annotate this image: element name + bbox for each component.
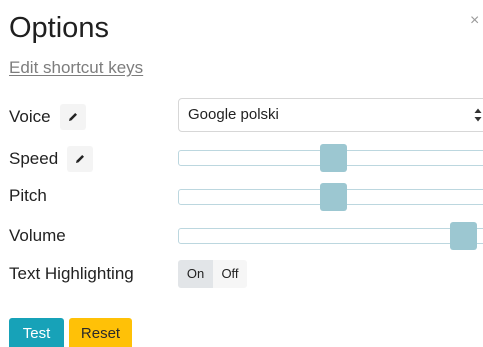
close-icon[interactable]: × — [470, 12, 479, 30]
speed-row: Speed — [9, 146, 94, 172]
page-title: Options — [9, 12, 109, 44]
toggle-off-option[interactable]: Off — [213, 260, 247, 288]
pitch-label: Pitch — [9, 186, 47, 205]
voice-label: Voice — [9, 107, 51, 126]
text-highlighting-toggle: On Off — [178, 260, 247, 288]
pitch-slider-thumb[interactable] — [320, 183, 347, 211]
text-highlighting-label: Text Highlighting — [9, 264, 134, 283]
speed-edit-button[interactable] — [67, 146, 94, 172]
volume-slider-track[interactable] — [178, 228, 483, 244]
volume-slider-thumb[interactable] — [450, 222, 477, 250]
edit-shortcut-keys-link[interactable]: Edit shortcut keys — [9, 58, 143, 78]
test-button[interactable]: Test — [9, 318, 64, 347]
pencil-icon — [68, 113, 77, 121]
voice-select-value: Google polski — [188, 106, 279, 123]
volume-label: Volume — [9, 226, 66, 245]
voice-edit-button[interactable] — [59, 104, 86, 130]
voice-select[interactable]: Google polski — [178, 98, 483, 132]
speed-slider-thumb[interactable] — [320, 144, 347, 172]
options-page: Options × Edit shortcut keys Voice Googl… — [0, 0, 483, 347]
toggle-on-option[interactable]: On — [178, 260, 213, 288]
speed-label: Speed — [9, 149, 59, 168]
reset-button[interactable]: Reset — [69, 318, 132, 347]
select-arrows-icon — [474, 108, 482, 122]
pencil-icon — [76, 155, 85, 163]
voice-row: Voice — [9, 104, 86, 130]
